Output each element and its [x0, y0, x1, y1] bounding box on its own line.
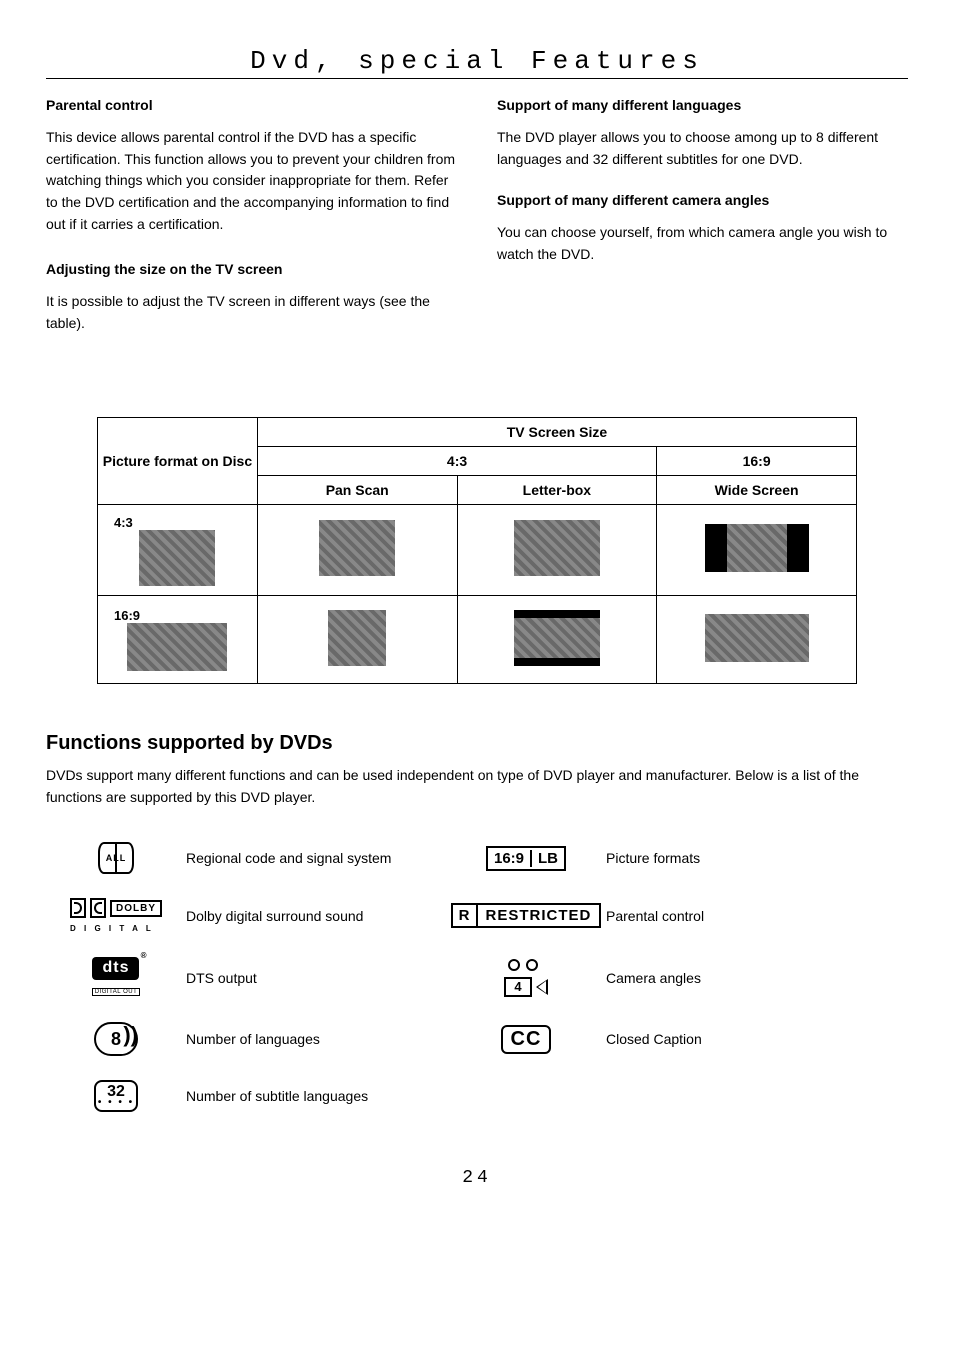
- th-picture-format: Picture format on Disc: [103, 453, 252, 469]
- desc-dts: DTS output: [186, 970, 446, 986]
- desc-languages: Number of languages: [186, 1031, 446, 1047]
- dolby-icon: DOLBY D I G I T A L: [46, 898, 186, 933]
- page-title: Dvd, special Features: [46, 46, 908, 76]
- th-169: 16:9: [657, 446, 857, 475]
- heading-angles: Support of many different camera angles: [497, 192, 908, 208]
- desc-dolby: Dolby digital surround sound: [186, 908, 446, 924]
- restricted-icon: RRESTRICTED: [446, 903, 606, 928]
- thumb-43-ps: [319, 520, 395, 576]
- left-column: Parental control This device allows pare…: [46, 97, 457, 357]
- th-43: 4:3: [257, 446, 656, 475]
- heading-parental: Parental control: [46, 97, 457, 113]
- thumb-43-lb: [514, 520, 600, 576]
- row-43: 4:3: [98, 504, 258, 595]
- heading-functions: Functions supported by DVDs: [46, 732, 908, 755]
- desc-subtitles: Number of subtitle languages: [186, 1088, 446, 1104]
- subtitles-icon: 32• • • •: [46, 1080, 186, 1112]
- th-tv-size: TV Screen Size: [257, 417, 856, 446]
- languages-icon: 8)): [46, 1022, 186, 1056]
- thumb-disc-169: [127, 623, 227, 671]
- th-panscan: Pan Scan: [257, 475, 457, 504]
- thumb-169-ws: [705, 614, 809, 662]
- cc-icon: CC: [446, 1025, 606, 1054]
- globe-icon: [46, 842, 186, 874]
- page-number: 24: [46, 1168, 908, 1188]
- para-adjust: It is possible to adjust the TV screen i…: [46, 291, 457, 334]
- heading-adjust: Adjusting the size on the TV screen: [46, 261, 457, 277]
- right-column: Support of many different languages The …: [497, 97, 908, 357]
- row-169: 16:9: [98, 595, 258, 683]
- thumb-169-ps: [328, 610, 386, 666]
- tv-screen-table: Picture format on Disc TV Screen Size 4:…: [97, 417, 857, 684]
- desc-cc: Closed Caption: [606, 1031, 826, 1047]
- para-angles: You can choose yourself, from which came…: [497, 222, 908, 265]
- thumb-169-lb: [514, 610, 600, 666]
- desc-picture-formats: Picture formats: [606, 850, 826, 866]
- para-parental: This device allows parental control if t…: [46, 127, 457, 235]
- thumb-disc-43: [139, 530, 215, 586]
- dts-icon: dts® DIGITAL OUT: [46, 957, 186, 998]
- thumb-43-ws: [705, 524, 809, 572]
- para-functions: DVDs support many different functions an…: [46, 765, 908, 808]
- desc-parental: Parental control: [606, 908, 826, 924]
- th-letterbox: Letter-box: [457, 475, 657, 504]
- desc-camera: Camera angles: [606, 970, 826, 986]
- picture-format-icon: 16:9LB: [446, 846, 606, 871]
- th-widescreen: Wide Screen: [657, 475, 857, 504]
- para-languages: The DVD player allows you to choose amon…: [497, 127, 908, 170]
- desc-regional: Regional code and signal system: [186, 850, 446, 866]
- heading-languages: Support of many different languages: [497, 97, 908, 113]
- camera-angle-icon: 4: [446, 959, 606, 997]
- functions-grid: Regional code and signal system 16:9LB P…: [46, 842, 908, 1112]
